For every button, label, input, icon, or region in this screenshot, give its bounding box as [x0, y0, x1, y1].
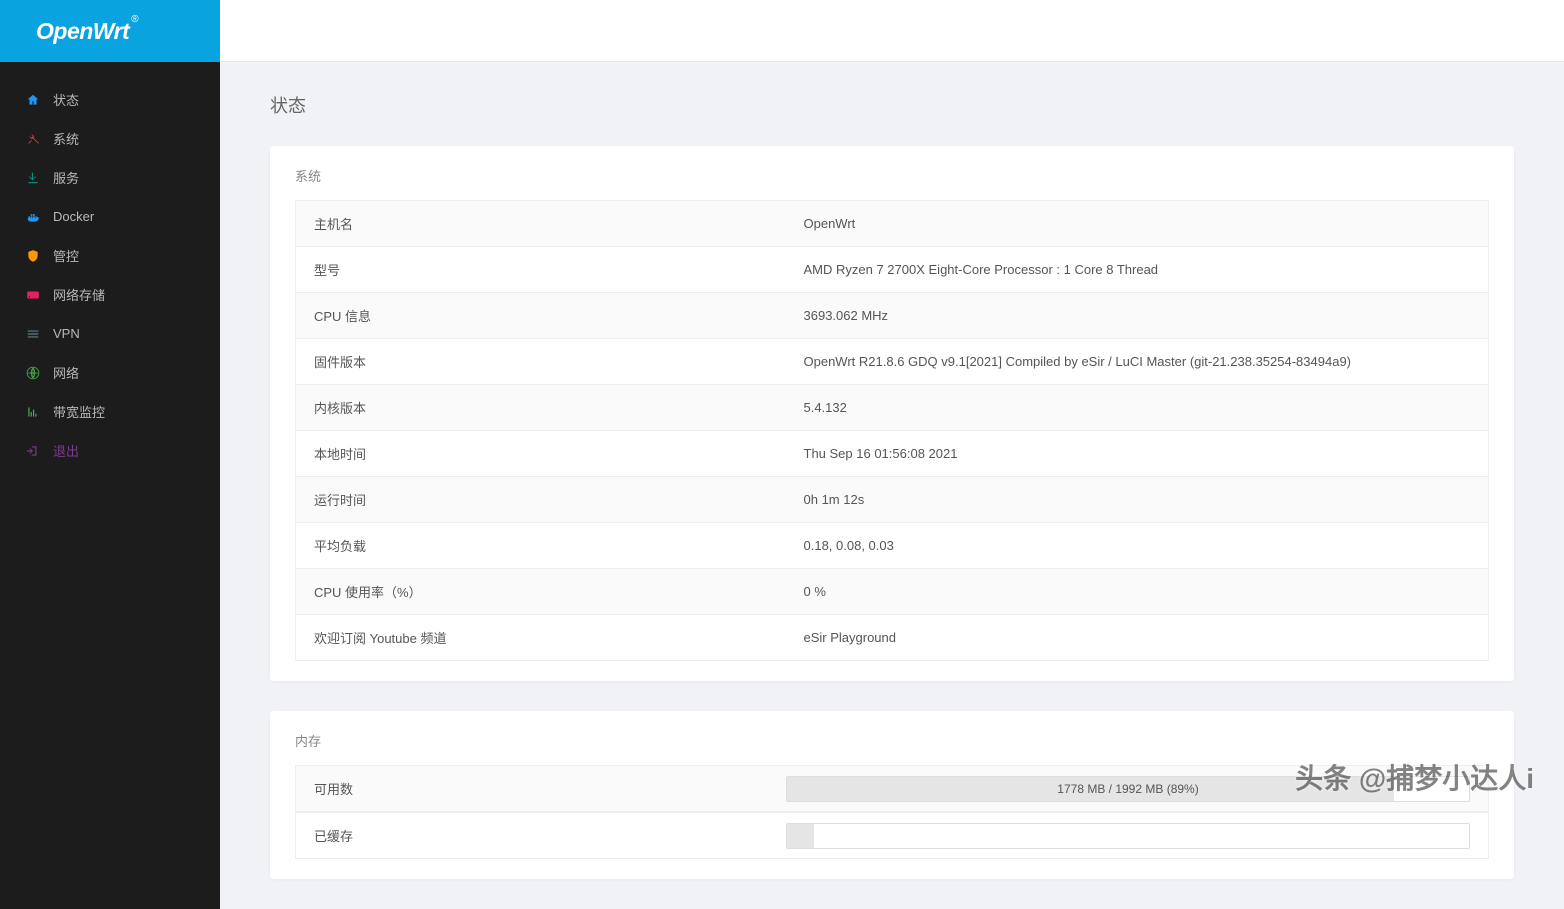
sidebar-item-3[interactable]: Docker	[0, 197, 220, 236]
row-value: OpenWrt	[786, 201, 1489, 247]
top-bar	[220, 0, 1564, 62]
table-row: CPU 信息3693.062 MHz	[296, 293, 1489, 339]
brand-text: OpenWrt®	[36, 18, 136, 45]
sidebar-item-label: 系统	[53, 129, 79, 148]
row-value: eSir Playground	[786, 615, 1489, 661]
memory-bar-container: 1778 MB / 1992 MB (89%)	[786, 768, 1488, 810]
shield-icon	[25, 248, 41, 264]
row-value: OpenWrt R21.8.6 GDQ v9.1[2021] Compiled …	[786, 339, 1489, 385]
row-value: 0.18, 0.08, 0.03	[786, 523, 1489, 569]
chart-icon	[25, 404, 41, 420]
sidebar-item-label: 管控	[53, 246, 79, 265]
memory-label: 可用数	[296, 766, 786, 811]
sidebar-item-label: VPN	[53, 326, 80, 341]
sidebar-item-4[interactable]: 管控	[0, 236, 220, 275]
tools-icon	[25, 131, 41, 147]
row-label: 欢迎订阅 Youtube 频道	[296, 615, 786, 661]
row-label: 内核版本	[296, 385, 786, 431]
progress-bar: 1778 MB / 1992 MB (89%)	[786, 776, 1470, 802]
table-row: 主机名OpenWrt	[296, 201, 1489, 247]
sidebar-item-label: 状态	[53, 90, 79, 109]
logout-icon	[25, 443, 41, 459]
page-title: 状态	[270, 92, 1514, 118]
sidebar-item-label: 网络	[53, 363, 79, 382]
table-row: 型号AMD Ryzen 7 2700X Eight-Core Processor…	[296, 247, 1489, 293]
row-label: CPU 使用率（%）	[296, 569, 786, 615]
sidebar-item-2[interactable]: 服务	[0, 158, 220, 197]
sidebar-item-7[interactable]: 网络	[0, 353, 220, 392]
row-value: AMD Ryzen 7 2700X Eight-Core Processor :…	[786, 247, 1489, 293]
table-row: 内核版本5.4.132	[296, 385, 1489, 431]
sidebar-item-0[interactable]: 状态	[0, 80, 220, 119]
home-icon	[25, 92, 41, 108]
progress-bar	[786, 823, 1470, 849]
system-info-table: 主机名OpenWrt型号AMD Ryzen 7 2700X Eight-Core…	[295, 200, 1489, 661]
sidebar-item-label: 带宽监控	[53, 402, 105, 421]
storage-icon	[25, 287, 41, 303]
sidebar-item-1[interactable]: 系统	[0, 119, 220, 158]
row-value: 0 %	[786, 569, 1489, 615]
row-value: 3693.062 MHz	[786, 293, 1489, 339]
row-value: 5.4.132	[786, 385, 1489, 431]
table-row: 平均负载0.18, 0.08, 0.03	[296, 523, 1489, 569]
docker-icon	[25, 209, 41, 225]
download-icon	[25, 170, 41, 186]
sidebar: OpenWrt® 状态系统服务 Docker 管控网络存储 VPN 网络带宽监控退出	[0, 0, 220, 909]
sidebar-item-9[interactable]: 退出	[0, 431, 220, 470]
sidebar-item-8[interactable]: 带宽监控	[0, 392, 220, 431]
sidebar-item-label: 网络存储	[53, 285, 105, 304]
sidebar-item-6[interactable]: VPN	[0, 314, 220, 353]
table-row: CPU 使用率（%）0 %	[296, 569, 1489, 615]
row-label: 固件版本	[296, 339, 786, 385]
sidebar-item-label: 服务	[53, 168, 79, 187]
row-value: Thu Sep 16 01:56:08 2021	[786, 431, 1489, 477]
system-panel: 系统 主机名OpenWrt型号AMD Ryzen 7 2700X Eight-C…	[270, 146, 1514, 681]
memory-bar-container	[786, 815, 1488, 857]
row-label: 本地时间	[296, 431, 786, 477]
row-label: CPU 信息	[296, 293, 786, 339]
main-content: 状态 系统 主机名OpenWrt型号AMD Ryzen 7 2700X Eigh…	[220, 0, 1564, 909]
row-label: 型号	[296, 247, 786, 293]
sidebar-nav: 状态系统服务 Docker 管控网络存储 VPN 网络带宽监控退出	[0, 62, 220, 470]
sidebar-item-label: Docker	[53, 209, 94, 224]
system-panel-title: 系统	[295, 166, 1489, 185]
row-label: 平均负载	[296, 523, 786, 569]
table-row: 本地时间Thu Sep 16 01:56:08 2021	[296, 431, 1489, 477]
list-icon	[25, 326, 41, 342]
sidebar-item-5[interactable]: 网络存储	[0, 275, 220, 314]
table-row: 运行时间0h 1m 12s	[296, 477, 1489, 523]
row-value: 0h 1m 12s	[786, 477, 1489, 523]
row-label: 运行时间	[296, 477, 786, 523]
memory-rows: 可用数1778 MB / 1992 MB (89%)已缓存	[295, 765, 1489, 859]
table-row: 欢迎订阅 Youtube 频道eSir Playground	[296, 615, 1489, 661]
memory-panel: 内存 可用数1778 MB / 1992 MB (89%)已缓存	[270, 711, 1514, 879]
progress-text: 1778 MB / 1992 MB (89%)	[787, 777, 1469, 801]
progress-fill	[787, 824, 814, 848]
memory-label: 已缓存	[296, 813, 786, 858]
memory-row: 已缓存	[295, 812, 1489, 859]
table-row: 固件版本OpenWrt R21.8.6 GDQ v9.1[2021] Compi…	[296, 339, 1489, 385]
memory-panel-title: 内存	[295, 731, 1489, 750]
row-label: 主机名	[296, 201, 786, 247]
globe-icon	[25, 365, 41, 381]
memory-row: 可用数1778 MB / 1992 MB (89%)	[295, 765, 1489, 812]
brand-logo[interactable]: OpenWrt®	[0, 0, 220, 62]
sidebar-item-label: 退出	[53, 441, 79, 460]
